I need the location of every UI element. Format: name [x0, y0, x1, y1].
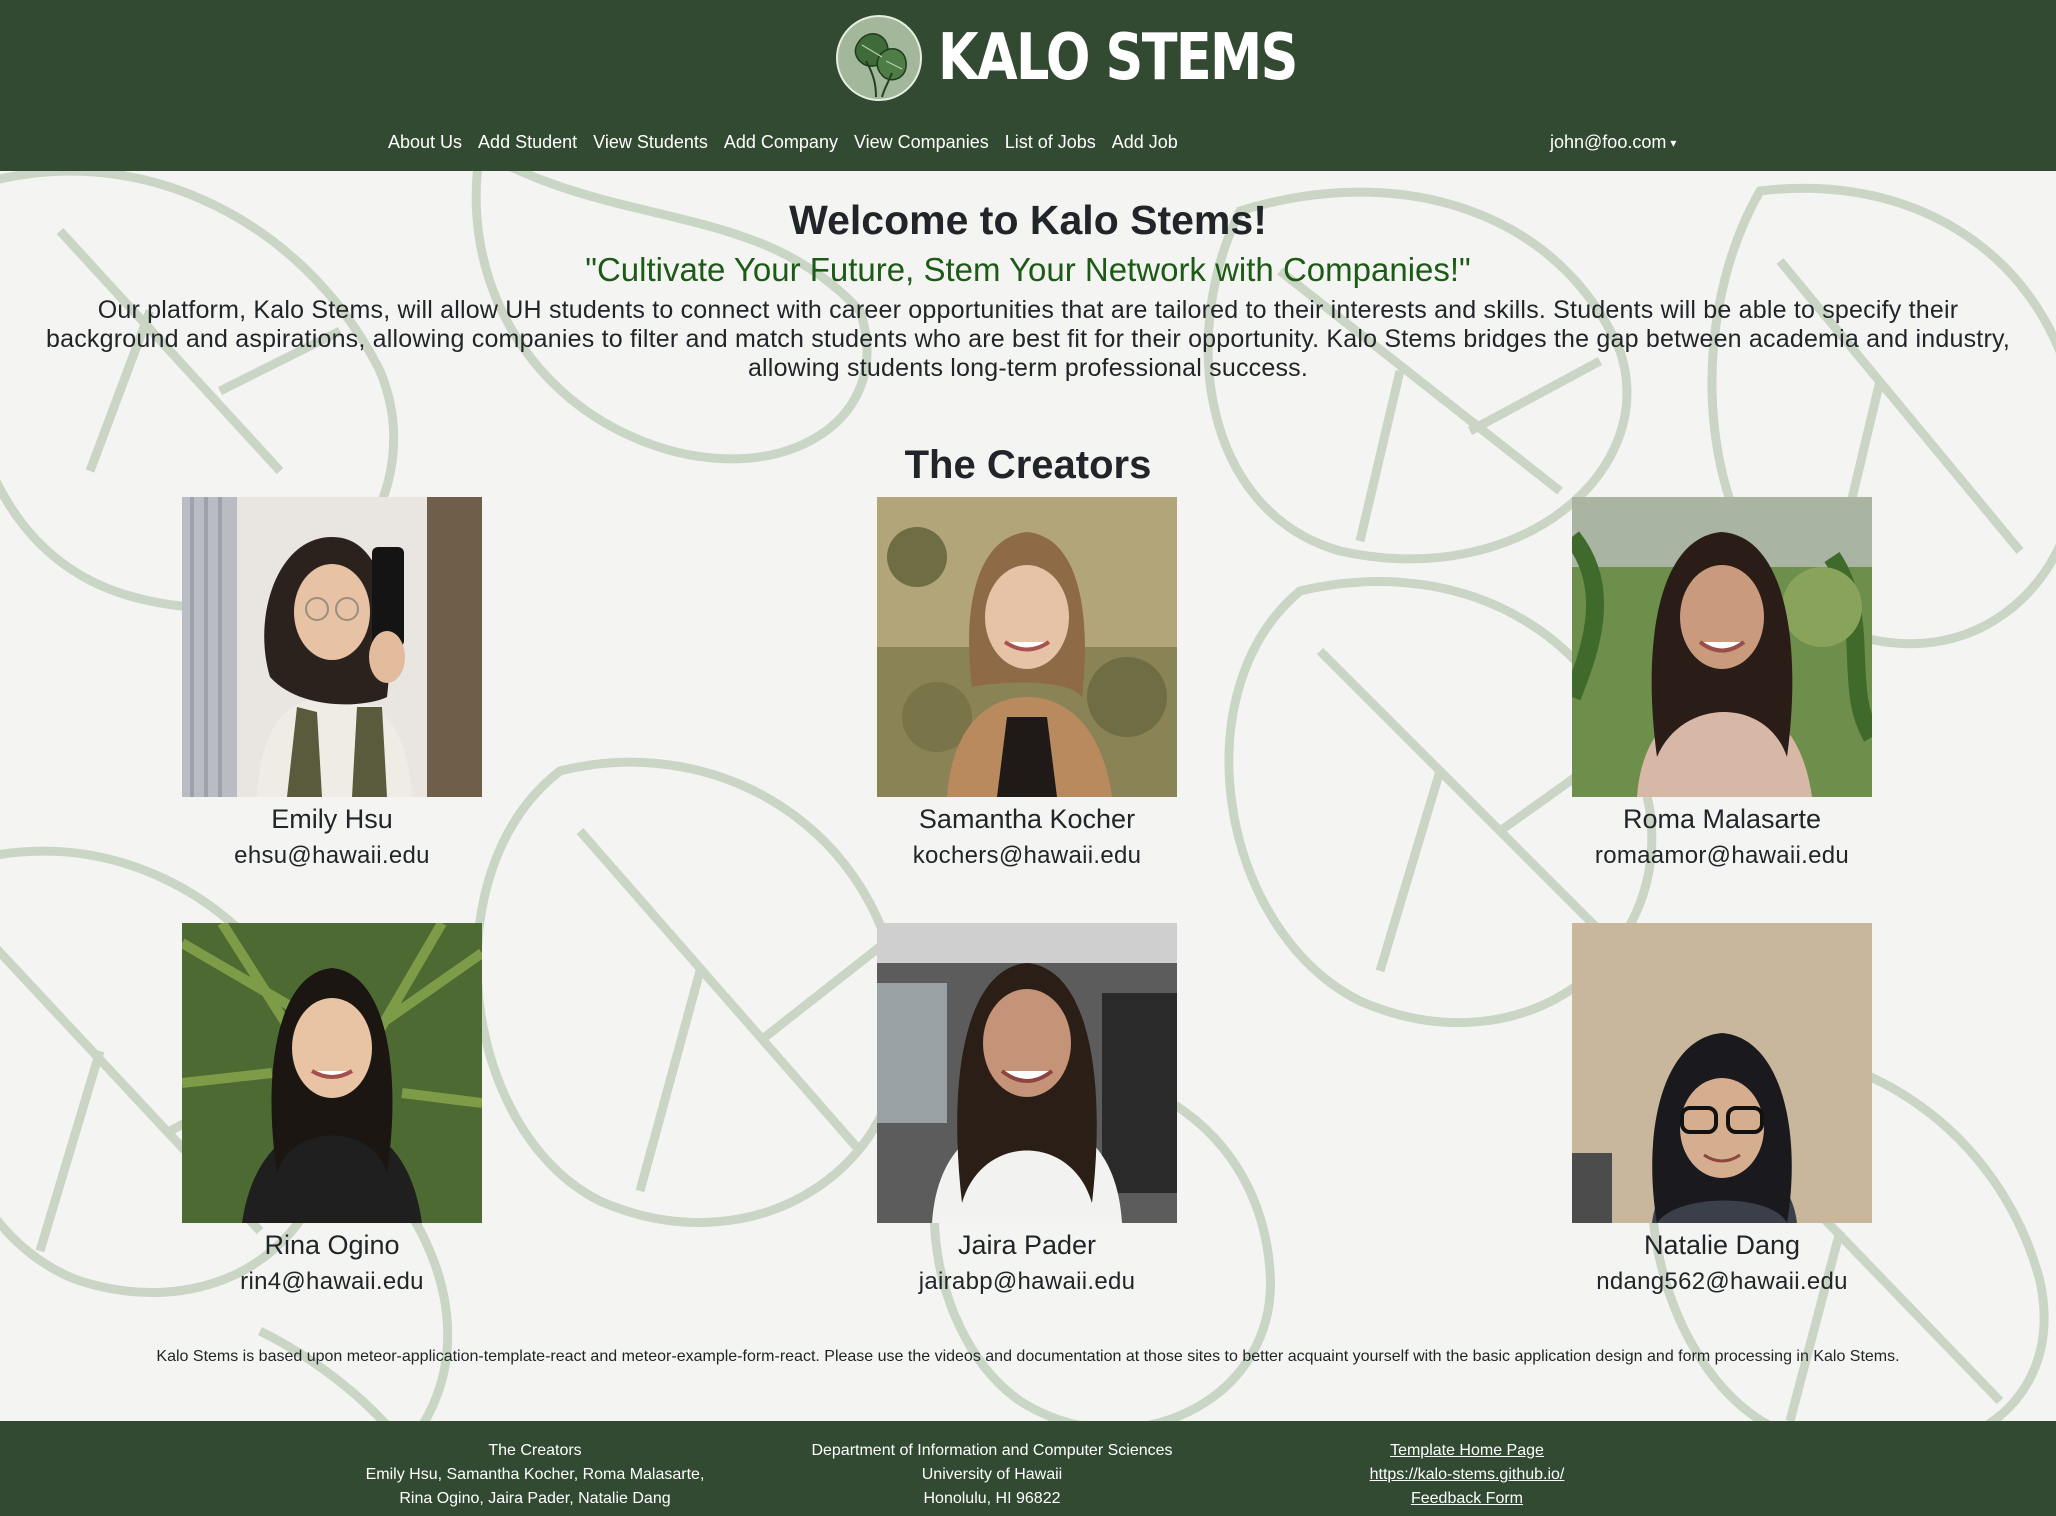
creator-name: Emily Hsu	[271, 804, 393, 834]
intro-line-1: Our platform, Kalo Stems, will allow UH …	[97, 296, 1959, 324]
nav-add-company[interactable]: Add Company	[716, 132, 846, 153]
creator-card: Jaira Pader jairabp@hawaii.edu	[837, 923, 1217, 1299]
nav-about-us[interactable]: About Us	[380, 132, 470, 153]
page-title: Welcome to Kalo Stems!	[789, 197, 1267, 243]
creator-card: Natalie Dang ndang562@hawaii.edu	[1532, 923, 1912, 1299]
site-url-link[interactable]: https://kalo-stems.github.io/	[1267, 1463, 1667, 1487]
creator-card: Roma Malasarte romaamor@hawaii.edu	[1532, 497, 1912, 873]
creator-email: jairabp@hawaii.edu	[918, 1268, 1136, 1295]
nav-view-companies[interactable]: View Companies	[846, 132, 997, 153]
creator-email: kochers@hawaii.edu	[912, 842, 1142, 869]
creator-name: Roma Malasarte	[1622, 804, 1822, 834]
user-email: john@foo.com	[1550, 132, 1667, 152]
nav-add-student[interactable]: Add Student	[470, 132, 585, 153]
creators-heading: The Creators	[904, 443, 1152, 487]
creator-name: Natalie Dang	[1643, 1230, 1801, 1260]
creator-card: Rina Ogino rin4@hawaii.edu	[142, 923, 522, 1299]
feedback-form-link[interactable]: Feedback Form	[1267, 1487, 1667, 1511]
creator-name: Jaira Pader	[957, 1230, 1097, 1260]
nav-list-of-jobs[interactable]: List of Jobs	[997, 132, 1104, 153]
footer-creators-line: Emily Hsu, Samantha Kocher, Roma Malasar…	[365, 1466, 705, 1483]
footer-links: Template Home Page https://kalo-stems.gi…	[1267, 1439, 1667, 1511]
footer-creators: The Creators Emily Hsu, Samantha Kocher,…	[335, 1439, 735, 1511]
creator-photo	[182, 497, 482, 797]
brand-home-link[interactable]: KALO STEMS	[836, 14, 1376, 102]
intro-line-3: allowing students long-term professional…	[747, 354, 1309, 382]
creator-email: ehsu@hawaii.edu	[234, 842, 430, 869]
nav-links: About Us Add Student View Students Add C…	[380, 132, 1186, 153]
creator-photo	[182, 923, 482, 1223]
footer-department: Department of Information and Computer S…	[792, 1439, 1192, 1511]
creator-email: ndang562@hawaii.edu	[1596, 1268, 1848, 1295]
footer-creators-line: Rina Ogino, Jaira Pader, Natalie Dang	[399, 1490, 671, 1507]
user-dropdown[interactable]: john@foo.com ▾	[1550, 132, 1676, 153]
creator-photo	[1572, 497, 1872, 797]
creator-photo	[877, 923, 1177, 1223]
taro-leaf-logo-icon	[836, 15, 922, 101]
tagline: "Cultivate Your Future, Stem Your Networ…	[585, 251, 1471, 288]
footer-address: Honolulu, HI 96822	[923, 1490, 1061, 1507]
intro-line-2: background and aspirations, allowing com…	[46, 325, 2010, 353]
footer-university: University of Hawaii	[921, 1466, 1063, 1483]
creator-email: rin4@hawaii.edu	[240, 1268, 424, 1295]
template-note: Kalo Stems is based upon meteor-applicat…	[156, 1348, 1900, 1365]
top-navbar: KALO STEMS About Us Add Student View Stu…	[0, 0, 2056, 171]
page-footer: The Creators Emily Hsu, Samantha Kocher,…	[0, 1421, 2056, 1516]
footer-department-name: Department of Information and Computer S…	[811, 1442, 1173, 1459]
chevron-down-icon: ▾	[1670, 135, 1677, 150]
creator-name: Samantha Kocher	[918, 804, 1136, 834]
creator-photo	[877, 497, 1177, 797]
creator-photo	[1572, 923, 1872, 1223]
template-home-link[interactable]: Template Home Page	[1267, 1439, 1667, 1463]
intro-paragraph: Our platform, Kalo Stems, will allow UH …	[0, 296, 2056, 383]
main-content: Welcome to Kalo Stems! "Cultivate Your F…	[0, 171, 2056, 1421]
creator-card: Emily Hsu ehsu@hawaii.edu	[142, 497, 522, 873]
footer-creators-heading: The Creators	[488, 1442, 582, 1459]
creator-card: Samantha Kocher kochers@hawaii.edu	[837, 497, 1217, 873]
nav-view-students[interactable]: View Students	[585, 132, 716, 153]
creator-email: romaamor@hawaii.edu	[1594, 842, 1850, 869]
nav-add-job[interactable]: Add Job	[1104, 132, 1186, 153]
creator-name: Rina Ogino	[264, 1230, 400, 1260]
brand-title: KALO STEMS	[938, 21, 1298, 95]
